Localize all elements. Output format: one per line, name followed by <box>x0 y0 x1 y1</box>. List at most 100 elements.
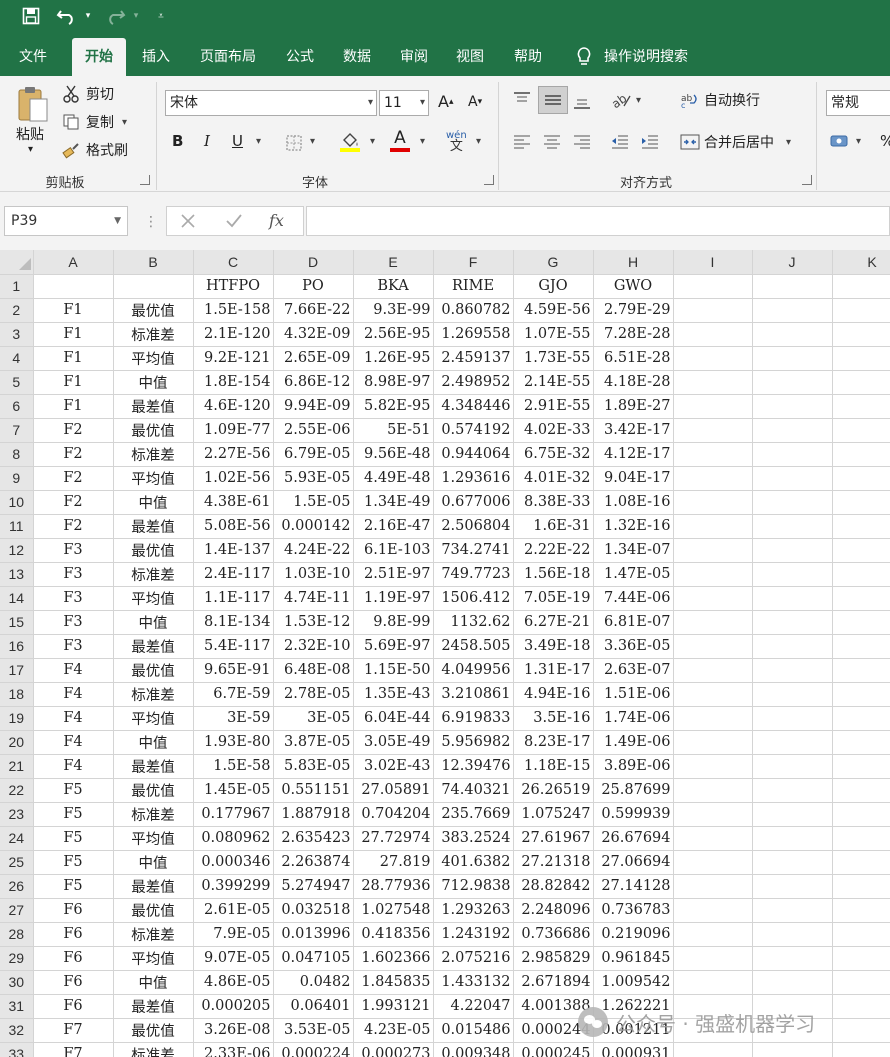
cell[interactable] <box>832 418 890 443</box>
cell[interactable]: 1.73E-55 <box>513 346 594 371</box>
cell[interactable] <box>33 274 114 299</box>
row-header[interactable]: 16 <box>0 634 34 659</box>
cell[interactable]: 0.000224 <box>273 1042 354 1057</box>
cell[interactable]: 2.79E-29 <box>593 298 674 323</box>
cell[interactable]: 最差值 <box>113 874 194 899</box>
cell[interactable] <box>673 970 753 995</box>
cell[interactable]: 1.602366 <box>353 946 434 971</box>
cell[interactable]: 3.42E-17 <box>593 418 674 443</box>
cell[interactable]: 27.06694 <box>593 850 674 875</box>
cell[interactable] <box>673 802 753 827</box>
cell[interactable] <box>752 442 833 467</box>
cell[interactable]: 5.4E-117 <box>193 634 274 659</box>
undo-dropdown-icon[interactable]: ▾ <box>82 4 94 28</box>
cell[interactable]: 1.56E-18 <box>513 562 594 587</box>
cell[interactable]: 2.671894 <box>513 970 594 995</box>
cell[interactable]: F3 <box>33 634 114 659</box>
cell[interactable] <box>832 466 890 491</box>
tab-insert[interactable]: 插入 <box>132 38 180 76</box>
alignment-launcher-icon[interactable] <box>802 175 812 185</box>
row-header[interactable]: 24 <box>0 826 34 851</box>
font-name-select[interactable]: 宋体 ▾ <box>165 90 377 116</box>
cell[interactable]: F4 <box>33 658 114 683</box>
cell[interactable]: 中值 <box>113 490 194 515</box>
cell[interactable]: 1.293616 <box>433 466 514 491</box>
cell[interactable]: 1132.62 <box>433 610 514 635</box>
cell[interactable]: 1.35E-43 <box>353 682 434 707</box>
cell[interactable]: 1.269558 <box>433 322 514 347</box>
cell[interactable]: 0.0482 <box>273 970 354 995</box>
cell[interactable]: 平均值 <box>113 466 194 491</box>
cell[interactable] <box>832 730 890 755</box>
redo-icon[interactable] <box>102 4 128 28</box>
cell[interactable] <box>673 874 753 899</box>
name-box[interactable]: P39 ▼ <box>4 206 128 236</box>
increase-font-size-icon[interactable]: A ▴ <box>438 92 453 111</box>
cell[interactable]: 4.049956 <box>433 658 514 683</box>
row-header[interactable]: 4 <box>0 346 34 371</box>
cell[interactable] <box>832 442 890 467</box>
cell[interactable]: 0.574192 <box>433 418 514 443</box>
cell[interactable]: 2.33E-06 <box>193 1042 274 1057</box>
cell[interactable] <box>673 490 753 515</box>
cell[interactable]: 标准差 <box>113 802 194 827</box>
column-header-g[interactable]: G <box>513 250 594 275</box>
cell[interactable]: F1 <box>33 370 114 395</box>
cell[interactable]: 27.14128 <box>593 874 674 899</box>
cell[interactable]: 4.32E-09 <box>273 322 354 347</box>
cell[interactable]: 平均值 <box>113 586 194 611</box>
cell[interactable]: 1.03E-10 <box>273 562 354 587</box>
cell[interactable]: 中值 <box>113 970 194 995</box>
cell[interactable] <box>832 898 890 923</box>
cell[interactable]: 0.080962 <box>193 826 274 851</box>
cell[interactable]: 9.8E-99 <box>353 610 434 635</box>
cell[interactable]: 6.27E-21 <box>513 610 594 635</box>
column-header-a[interactable]: A <box>33 250 114 275</box>
cell[interactable]: 最优值 <box>113 778 194 803</box>
cell[interactable]: 712.9838 <box>433 874 514 899</box>
cell[interactable]: 最差值 <box>113 634 194 659</box>
cell[interactable] <box>752 466 833 491</box>
cell[interactable]: F2 <box>33 418 114 443</box>
cell[interactable]: 401.6382 <box>433 850 514 875</box>
cell[interactable]: HTFPO <box>193 274 274 299</box>
cell[interactable] <box>673 514 753 539</box>
cell[interactable]: 1.18E-15 <box>513 754 594 779</box>
cell[interactable]: F5 <box>33 826 114 851</box>
cell[interactable]: 0.06401 <box>273 994 354 1019</box>
cell[interactable] <box>832 658 890 683</box>
cell[interactable]: 0.000273 <box>353 1042 434 1057</box>
cell[interactable]: F6 <box>33 922 114 947</box>
format-painter-button[interactable]: 格式刷 <box>62 140 128 160</box>
cell[interactable]: 最优值 <box>113 298 194 323</box>
border-dropdown-icon[interactable]: ▾ <box>306 136 315 147</box>
cell[interactable]: 4.01E-32 <box>513 466 594 491</box>
cell[interactable] <box>752 322 833 347</box>
cell[interactable] <box>673 826 753 851</box>
cell[interactable] <box>673 394 753 419</box>
cell[interactable]: 6.48E-08 <box>273 658 354 683</box>
cell[interactable]: F2 <box>33 514 114 539</box>
cell[interactable]: 4.74E-11 <box>273 586 354 611</box>
row-header[interactable]: 22 <box>0 778 34 803</box>
cell[interactable] <box>832 322 890 347</box>
cell[interactable] <box>832 970 890 995</box>
cell[interactable]: 1.5E-58 <box>193 754 274 779</box>
row-header[interactable]: 10 <box>0 490 34 515</box>
cell[interactable]: 9.65E-91 <box>193 658 274 683</box>
cell[interactable]: 3E-59 <box>193 706 274 731</box>
cancel-icon[interactable] <box>179 212 197 234</box>
cell[interactable] <box>673 274 753 299</box>
cell[interactable]: 8.38E-33 <box>513 490 594 515</box>
cell[interactable] <box>832 706 890 731</box>
cell[interactable] <box>752 970 833 995</box>
row-header[interactable]: 33 <box>0 1042 34 1057</box>
row-header[interactable]: 9 <box>0 466 34 491</box>
cell[interactable]: 0.551151 <box>273 778 354 803</box>
cell[interactable]: 5.274947 <box>273 874 354 899</box>
cell[interactable] <box>673 346 753 371</box>
cell[interactable]: 0.047105 <box>273 946 354 971</box>
cell[interactable]: 5.69E-97 <box>353 634 434 659</box>
cell[interactable] <box>832 394 890 419</box>
tab-file[interactable]: 文件 <box>8 38 58 76</box>
